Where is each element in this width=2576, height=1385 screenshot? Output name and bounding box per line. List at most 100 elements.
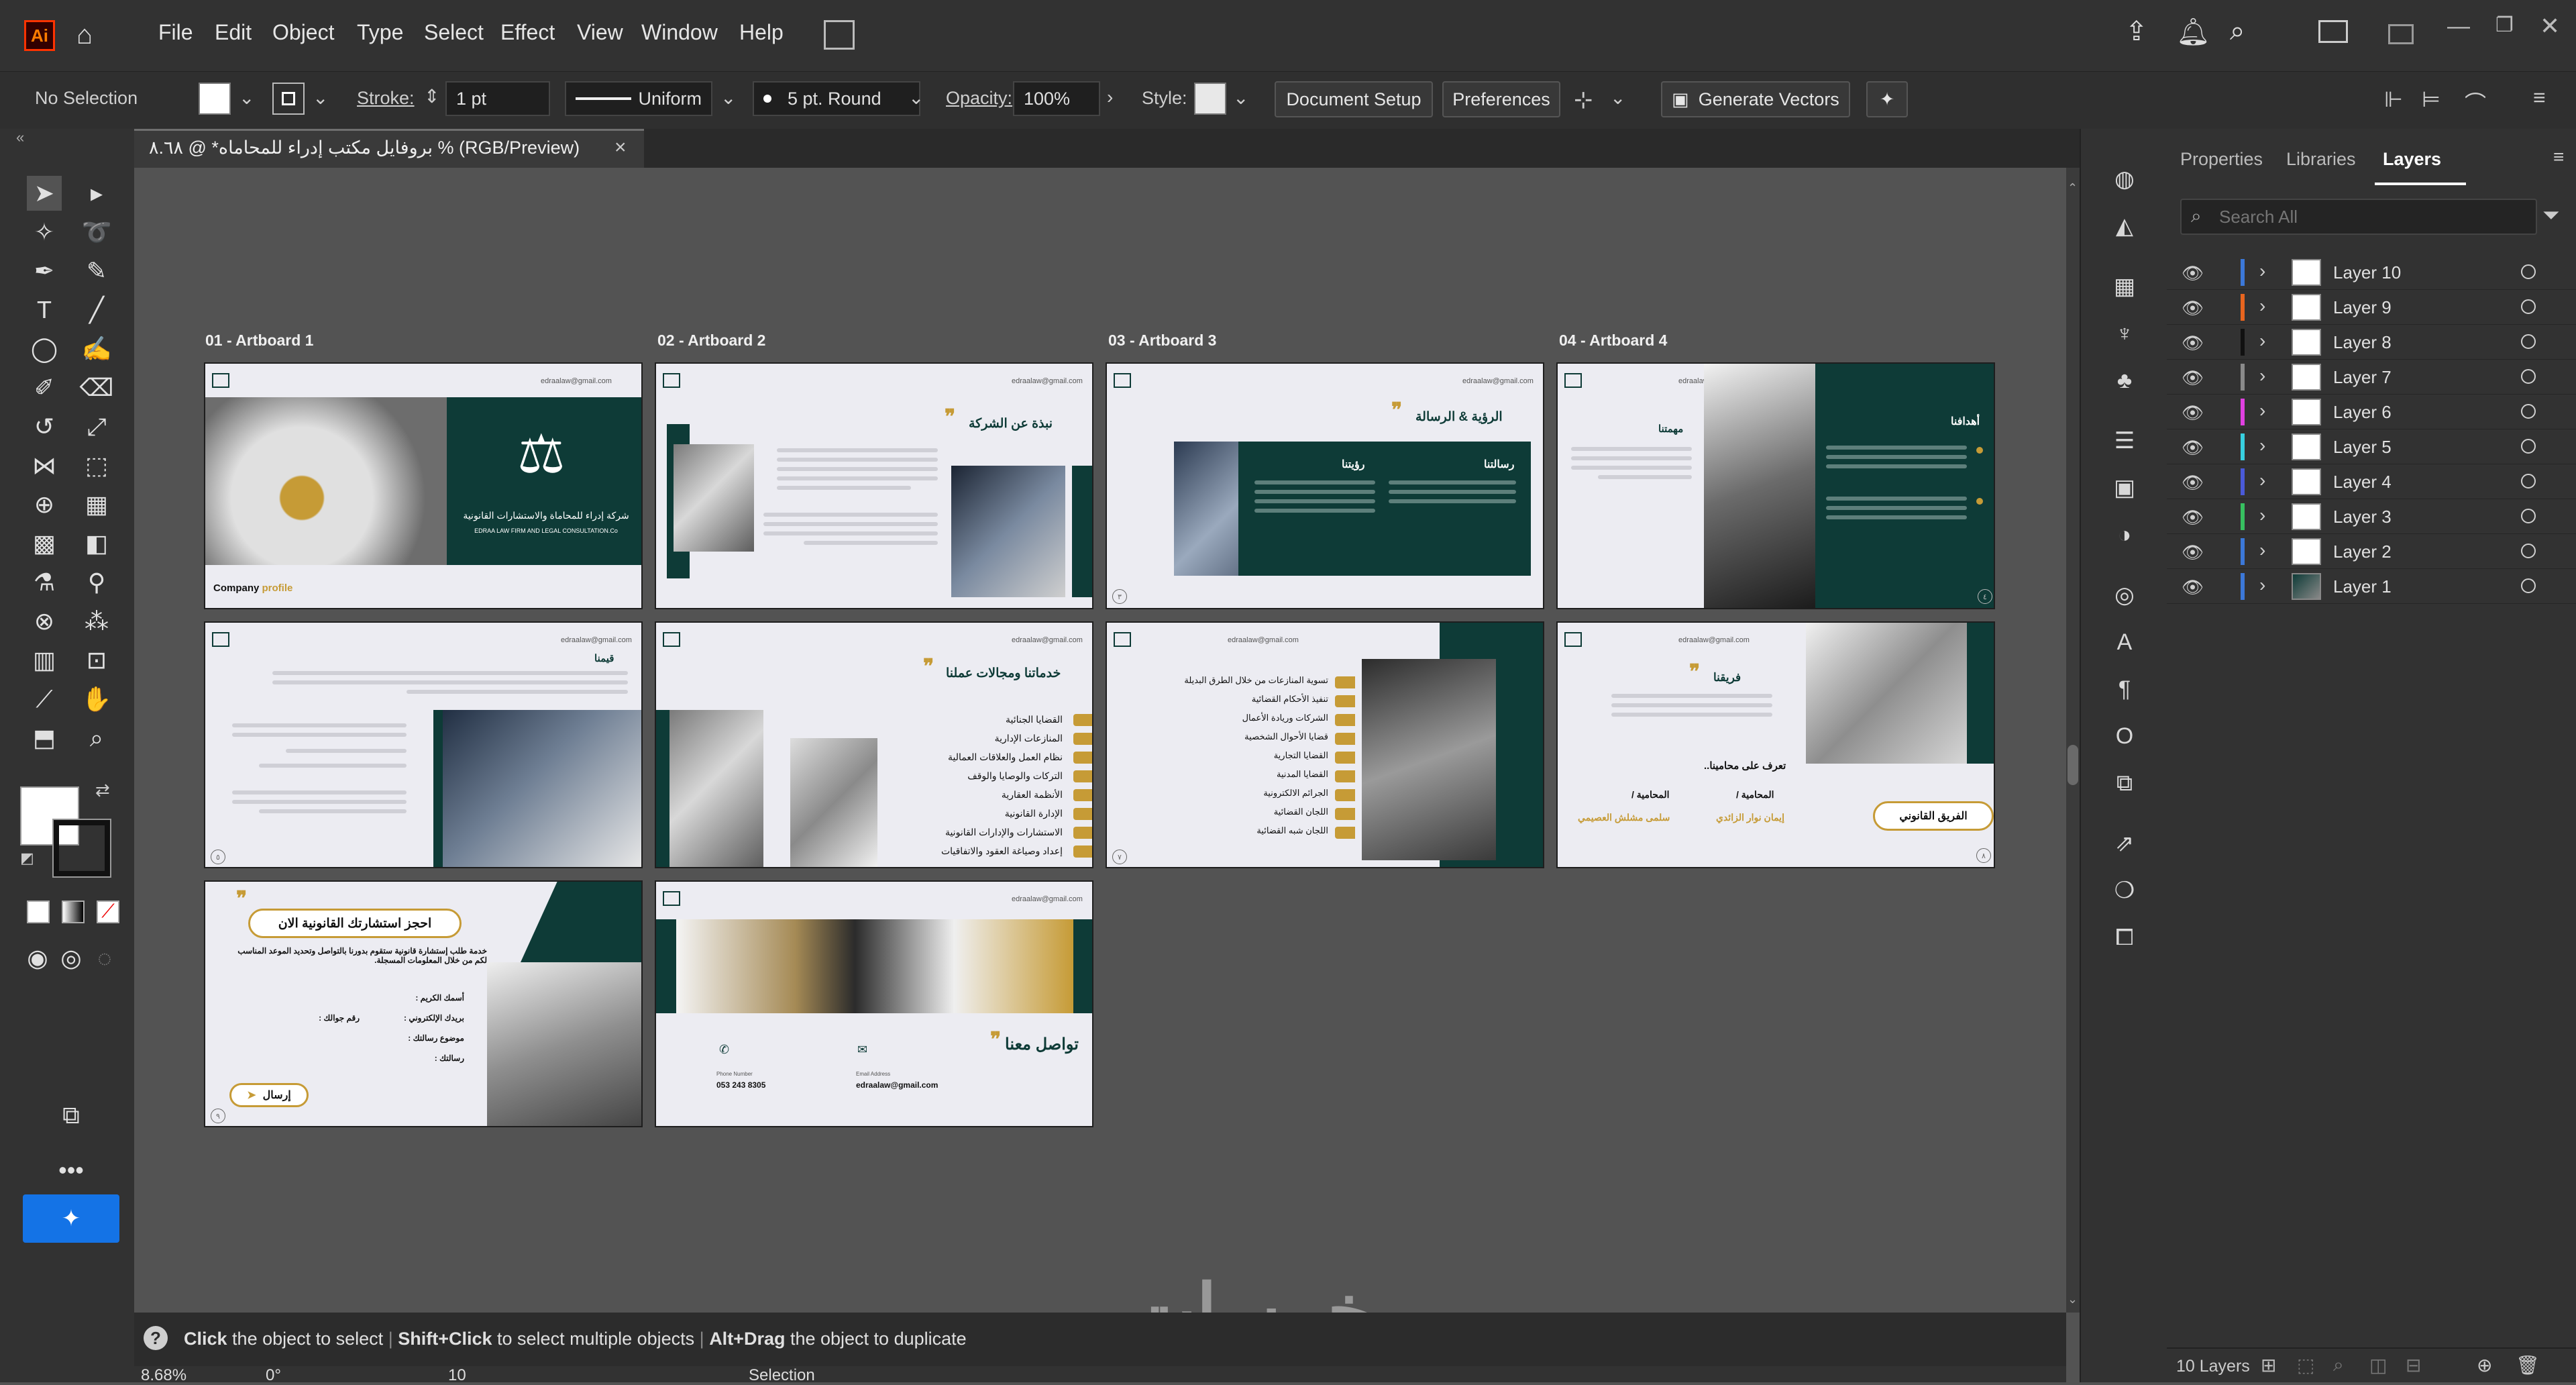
stroke-swatch[interactable] [272, 83, 305, 115]
tab-properties[interactable]: Properties [2180, 149, 2263, 170]
visibility-eye-icon[interactable]: 👁︎ [2182, 263, 2204, 284]
graph-tool-icon[interactable]: ▥ [27, 643, 62, 678]
layer-target-icon[interactable] [2521, 439, 2536, 454]
color-icon[interactable]: ◎ [2108, 578, 2141, 612]
layer-target-icon[interactable] [2521, 369, 2536, 384]
artboards-panel-icon[interactable]: ⧠ [2108, 921, 2141, 954]
gradient-mode-icon[interactable] [62, 901, 85, 923]
visibility-eye-icon[interactable]: 👁︎ [2182, 403, 2204, 423]
transparency-icon[interactable]: ◑ [2108, 518, 2141, 552]
delete-layer-icon[interactable]: 🗑︎ [2516, 1354, 2540, 1376]
arrange-documents-icon[interactable] [824, 20, 855, 50]
locate-object-icon[interactable]: ⬚ [2297, 1354, 2314, 1376]
artboard-values[interactable]: edraalaw@gmail.com قيمنا ٥ [204, 621, 643, 868]
home-icon[interactable]: ⌂ [76, 20, 93, 50]
artboard-tool-icon[interactable]: ⊡ [79, 643, 114, 678]
artboard-team[interactable]: edraalaw@gmail.com ❞ فريقنا تعرف على محا… [1556, 621, 1995, 868]
expand-arrow-icon[interactable]: › [2259, 330, 2265, 352]
generate-vectors-button[interactable]: ▣ Generate Vectors [1661, 81, 1850, 117]
lasso-tool-icon[interactable]: ➰ [79, 215, 114, 250]
expand-arrow-icon[interactable]: › [2259, 295, 2265, 317]
clipping-mask-icon[interactable]: ◫ [2369, 1354, 2387, 1376]
symbols-icon[interactable]: ♣ [2108, 364, 2141, 397]
workspace-icon[interactable] [2318, 20, 2348, 43]
menu-select[interactable]: Select [424, 20, 484, 45]
generative-ai-button[interactable]: ✦ [23, 1194, 119, 1243]
layer-name[interactable]: Layer 7 [2333, 367, 2392, 388]
pathfinder-icon[interactable]: ❍ [2108, 874, 2141, 907]
opacity-expand-icon[interactable]: › [1107, 87, 1113, 108]
menu-edit[interactable]: Edit [215, 20, 252, 45]
scroll-up-icon[interactable]: ⌃ [2068, 181, 2078, 195]
menu-effect[interactable]: Effect [500, 20, 555, 45]
layer-search-field[interactable]: ⌕ [2180, 199, 2537, 235]
layer-row[interactable]: 👁︎ › Layer 4 [2167, 464, 2576, 499]
visibility-eye-icon[interactable]: 👁︎ [2182, 507, 2204, 528]
expand-arrow-icon[interactable]: › [2259, 365, 2265, 387]
transform-panel-icon[interactable]: ⧉ [2108, 766, 2141, 800]
scale-tool-icon[interactable]: ⤢ [79, 409, 114, 444]
symbol-sprayer-tool-icon[interactable]: ⁂ [79, 604, 114, 639]
menu-type[interactable]: Type [357, 20, 403, 45]
brush-definition[interactable]: 5 pt. Round [753, 81, 920, 116]
layer-target-icon[interactable] [2521, 404, 2536, 419]
slice-tool-icon[interactable]: ⟋ [27, 682, 62, 717]
style-dropdown-icon[interactable]: ⌄ [1233, 87, 1248, 109]
layer-name[interactable]: Layer 3 [2333, 507, 2392, 527]
document-setup-button[interactable]: Document Setup [1275, 81, 1433, 117]
brush-dropdown-icon[interactable]: ⌄ [908, 87, 924, 109]
stroke-stepper[interactable]: ⇕ [424, 85, 439, 107]
layer-search-input[interactable] [2218, 203, 2516, 231]
tab-layers[interactable]: Layers [2383, 149, 2441, 170]
artboard-booking[interactable]: ❞ احجز استشارتك القانونية الان خدمة طلب … [204, 880, 643, 1127]
type-tool-icon[interactable]: T [27, 293, 62, 327]
selection-tool-icon[interactable]: ➤ [27, 176, 62, 211]
notifications-icon[interactable]: 🔔︎ [2176, 16, 2210, 48]
brushes-icon[interactable]: ♆ [2108, 317, 2141, 350]
scroll-thumb[interactable] [2068, 745, 2078, 785]
artboard-vision[interactable]: edraalaw@gmail.com ❞ الرؤية & الرسالة رؤ… [1106, 362, 1544, 609]
align-dropdown-icon[interactable]: ⌄ [1610, 87, 1625, 109]
rotate-tool-icon[interactable]: ↺ [27, 409, 62, 444]
visibility-eye-icon[interactable]: 👁︎ [2182, 542, 2204, 563]
layer-target-icon[interactable] [2521, 544, 2536, 558]
expand-arrow-icon[interactable]: › [2259, 400, 2265, 421]
layer-name[interactable]: Layer 4 [2333, 472, 2392, 493]
magic-wand-tool-icon[interactable]: ✧ [27, 215, 62, 250]
preferences-button[interactable]: Preferences [1442, 81, 1560, 117]
direct-selection-tool-icon[interactable]: ▸ [79, 176, 114, 211]
hand-tool-icon[interactable]: ✋ [79, 682, 114, 717]
graphic-styles-icon[interactable]: ◭ [2108, 209, 2141, 243]
paintbrush-tool-icon[interactable]: ✍ [79, 331, 114, 366]
filter-icon[interactable]: ⏷ [2542, 203, 2560, 228]
expand-arrow-icon[interactable]: › [2259, 574, 2265, 596]
panel-layout-icon[interactable] [2388, 24, 2414, 44]
align-selection-icon[interactable]: ⊹ [1574, 87, 1593, 113]
swatches-icon[interactable]: ▦ [2108, 270, 2141, 303]
align-center-icon[interactable]: ⊨ [2422, 87, 2440, 112]
swap-colors-icon[interactable]: ⇄ [95, 780, 110, 801]
close-document-icon[interactable]: × [614, 136, 627, 159]
visibility-eye-icon[interactable]: 👁︎ [2182, 368, 2204, 389]
visibility-eye-icon[interactable]: 👁︎ [2182, 298, 2204, 319]
variable-width-profile[interactable]: Uniform [565, 81, 712, 116]
eyedropper-tool-icon[interactable]: ⚗ [27, 565, 62, 600]
stroke-color-swatch[interactable] [52, 819, 111, 878]
visibility-eye-icon[interactable]: 👁︎ [2182, 333, 2204, 354]
gradient-panel-icon[interactable]: ▣ [2108, 471, 2141, 505]
eraser-tool-icon[interactable]: ⌫ [79, 370, 114, 405]
zoom-tool-icon[interactable]: ⌕ [79, 721, 114, 756]
layer-name[interactable]: Layer 6 [2333, 402, 2392, 423]
draw-inside-icon[interactable]: ◌ [87, 941, 122, 976]
close-window-icon[interactable]: ✕ [2540, 12, 2560, 40]
new-sublayer-icon[interactable]: ⊟ [2406, 1354, 2421, 1376]
layer-name[interactable]: Layer 1 [2333, 576, 2392, 597]
measure-tool-icon[interactable]: ⚲ [79, 565, 114, 600]
expand-arrow-icon[interactable]: › [2259, 505, 2265, 526]
line-tool-icon[interactable]: ╱ [79, 293, 114, 327]
paragraph-icon[interactable]: ¶ [2108, 672, 2141, 706]
layer-row[interactable]: 👁︎ › Layer 6 [2167, 395, 2576, 429]
menu-help[interactable]: Help [739, 20, 784, 45]
collapse-toolbar-icon[interactable]: « [16, 129, 24, 146]
layer-target-icon[interactable] [2521, 474, 2536, 489]
